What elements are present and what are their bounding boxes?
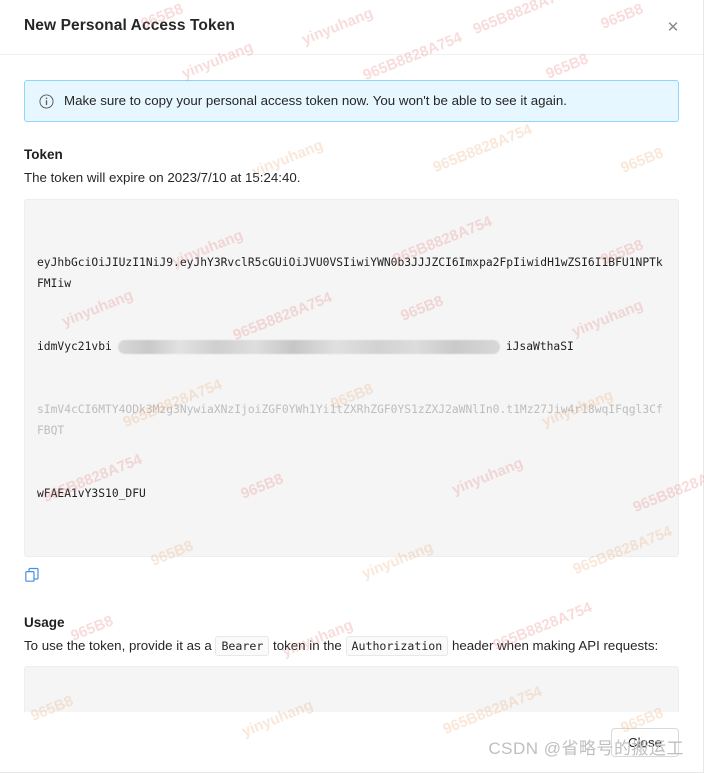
authorization-inline-code: Authorization xyxy=(345,635,449,656)
usage-text-before: To use the token, provide it as a xyxy=(24,637,212,653)
copy-token-icon[interactable] xyxy=(24,567,42,585)
dialog-body: Make sure to copy your personal access t… xyxy=(0,55,703,712)
usage-text-after: header when making API requests: xyxy=(451,637,659,653)
token-code-block[interactable]: eyJhbGciOiJIUzI1NiJ9.eyJhY3RvclR5cGUiOiJ… xyxy=(24,198,679,557)
code-line: eyJhbGciOiJIUzI1NiJ9.eyJhY3RvclR5cGUiOiJ… xyxy=(37,255,663,290)
copy-token-warning-alert: Make sure to copy your personal access t… xyxy=(24,80,679,122)
token-section-heading: Token xyxy=(24,147,63,162)
usage-intro-text: To use the token, provide it as a Bearer… xyxy=(24,635,679,657)
token-expiry-text: The token will expire on 2023/7/10 at 15… xyxy=(24,170,301,185)
bearer-inline-code: Bearer xyxy=(215,635,270,656)
new-personal-access-token-dialog: New Personal Access Token ✕ Make sure to… xyxy=(0,0,704,773)
close-button[interactable]: Close xyxy=(611,727,679,757)
info-circle-icon xyxy=(39,93,54,109)
alert-message: Make sure to copy your personal access t… xyxy=(64,93,567,109)
code-line: sImV4cCI6MTY4ODk3Mzg3NywiaXNzIjoiZGF0YWh… xyxy=(37,402,663,437)
usage-section-heading: Usage xyxy=(24,614,65,630)
dialog-footer: Close xyxy=(0,712,703,772)
code-text: idmVyc21vbi xyxy=(37,339,112,353)
usage-text-middle: token in the xyxy=(273,637,342,653)
dialog-header: New Personal Access Token ✕ xyxy=(0,0,703,55)
close-icon[interactable]: ✕ xyxy=(659,14,687,42)
code-text: iJsaWthaSI xyxy=(505,339,574,353)
page-title: New Personal Access Token xyxy=(24,17,235,34)
code-line-redacted: idmVyc21vbi iJsaWthaSI xyxy=(37,336,666,357)
usage-code-block[interactable]: curl -X POST 'http://slave1:9002/api/gra… xyxy=(24,666,679,712)
code-line: wFAEA1vY3S10_DFU xyxy=(37,486,146,500)
redaction-smudge xyxy=(117,339,500,354)
